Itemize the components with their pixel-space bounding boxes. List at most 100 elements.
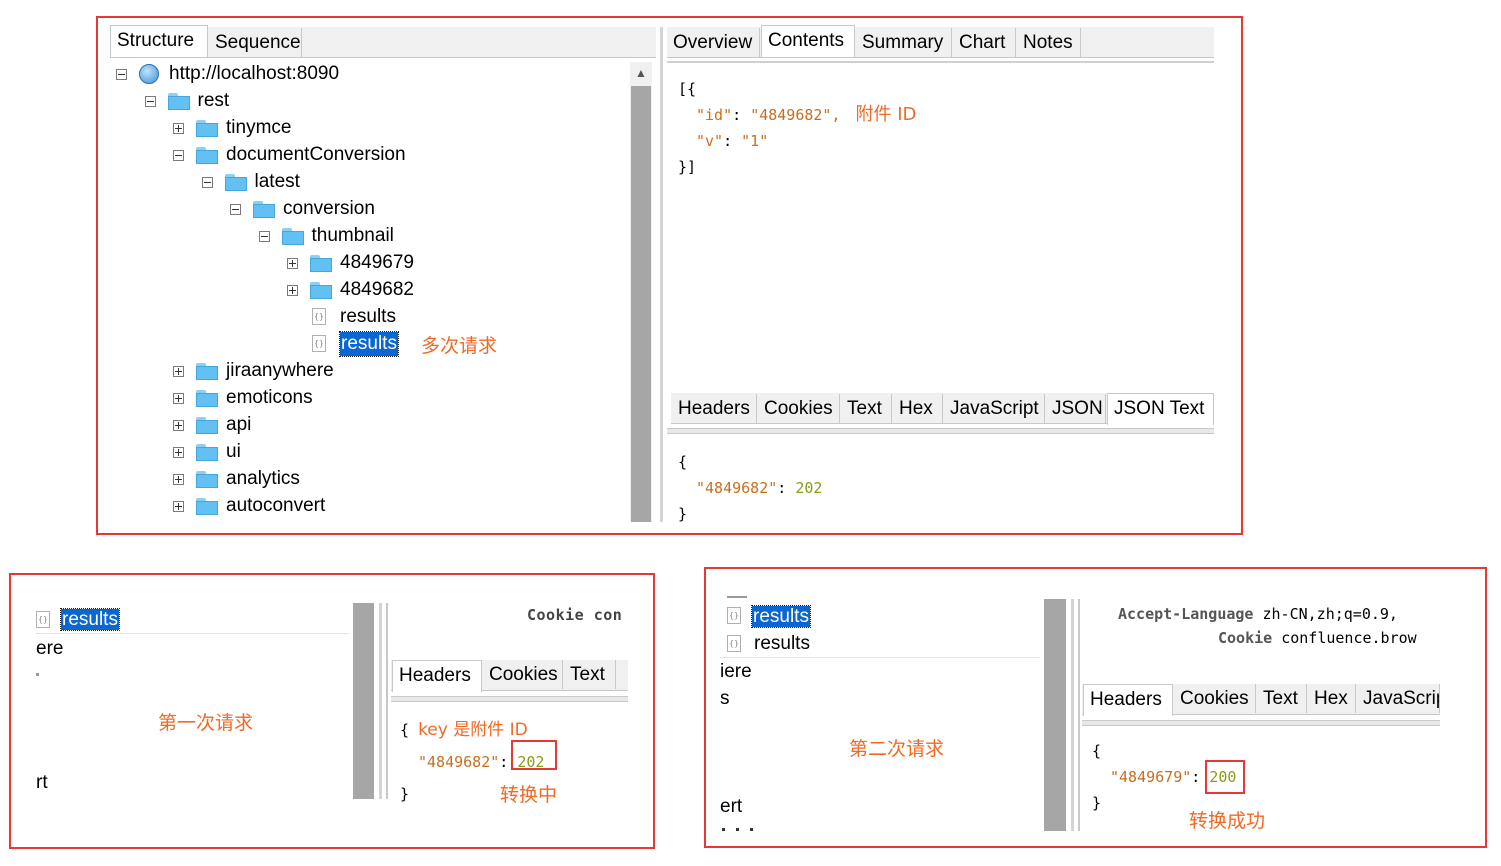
partial-tree-label: ere bbox=[36, 638, 64, 659]
scroll-up-arrow-icon[interactable]: ▲ bbox=[630, 62, 652, 84]
tree-node-label: autoconvert bbox=[226, 495, 326, 516]
json-line-id: "id": "4849682", 附件 ID bbox=[696, 104, 917, 125]
response-top-rule bbox=[667, 428, 1214, 434]
tab-cookies[interactable]: Cookies bbox=[483, 660, 563, 689]
tab-sequence[interactable]: Sequence bbox=[209, 28, 302, 57]
tree-node-analytics[interactable]: analytics bbox=[110, 466, 630, 492]
collapse-icon[interactable] bbox=[201, 177, 213, 188]
partial-tree-label: rt bbox=[36, 772, 48, 793]
tree-node-label: api bbox=[226, 414, 252, 435]
expand-icon[interactable] bbox=[173, 501, 184, 512]
tree-node-documentconversion[interactable]: documentConversion bbox=[110, 142, 630, 168]
tree-node-tinymce[interactable]: tinymce bbox=[110, 115, 630, 141]
expand-icon[interactable] bbox=[173, 123, 184, 134]
tab-chart[interactable]: Chart bbox=[953, 28, 1016, 57]
tree-node-autoconvert[interactable]: autoconvert bbox=[110, 493, 630, 519]
collapse-icon[interactable] bbox=[116, 69, 127, 80]
folder-icon bbox=[196, 444, 218, 461]
splitter-rule bbox=[1078, 599, 1080, 831]
tab-contents[interactable]: Contents bbox=[761, 25, 855, 57]
folder-icon bbox=[224, 174, 247, 191]
json-value-status: 202 bbox=[795, 479, 823, 497]
tab-headers[interactable]: Headers bbox=[672, 394, 757, 423]
pane-splitter[interactable] bbox=[1071, 599, 1074, 831]
tree-node-ui[interactable]: ui bbox=[110, 439, 630, 465]
folder-icon bbox=[253, 201, 275, 218]
tree-scrollbar-thumb[interactable] bbox=[631, 86, 651, 522]
tab-summary[interactable]: Summary bbox=[856, 28, 952, 57]
json-line-status: "4849682": 202 bbox=[696, 479, 823, 497]
json-brace: { bbox=[400, 721, 410, 739]
tree-node-4849682[interactable]: 4849682 bbox=[110, 277, 630, 303]
structure-tree: http://localhost:8090 rest tinymce document… bbox=[110, 60, 630, 522]
expand-icon[interactable] bbox=[173, 474, 184, 485]
tab-headers[interactable]: Headers bbox=[1083, 684, 1173, 716]
tree-node-label-selected: results bbox=[60, 608, 120, 631]
json-file-icon: {} bbox=[727, 635, 741, 652]
tab-hex[interactable]: Hex bbox=[893, 394, 943, 423]
folder-icon bbox=[196, 147, 218, 164]
response-body-view: { "4849682": 202 } bbox=[678, 449, 1198, 524]
tab-hex[interactable]: Hex bbox=[1308, 684, 1356, 713]
tab-json[interactable]: JSON bbox=[1046, 394, 1106, 423]
tab-overview[interactable]: Overview bbox=[667, 28, 760, 57]
tree-node-latest[interactable]: latest bbox=[110, 169, 630, 195]
annotation-attachment-id: 附件 ID bbox=[855, 104, 917, 125]
tree-node-label-selected: results bbox=[751, 605, 811, 628]
tree-node-http-localhost-8090[interactable]: http://localhost:8090 bbox=[110, 61, 630, 87]
response-top-rule bbox=[1082, 720, 1440, 726]
tree-node-results[interactable]: results bbox=[754, 631, 810, 657]
tree-node-label: jiraanywhere bbox=[226, 360, 334, 381]
json-key-attachment: "4849679" bbox=[1110, 768, 1192, 786]
tab-javascript[interactable]: JavaScript bbox=[944, 394, 1045, 423]
collapse-icon[interactable] bbox=[144, 96, 156, 107]
pane-splitter[interactable] bbox=[379, 603, 382, 799]
tab-cookies[interactable]: Cookies bbox=[758, 394, 840, 423]
tree-node-results[interactable]: results bbox=[60, 607, 120, 633]
annotation-multiple-requests: 多次请求 bbox=[421, 335, 498, 357]
tab-text[interactable]: Text bbox=[1257, 684, 1307, 713]
collapse-icon[interactable] bbox=[230, 204, 241, 215]
tab-structure[interactable]: Structure bbox=[110, 25, 208, 57]
expand-icon[interactable] bbox=[173, 447, 184, 458]
tree-cut-bottom-fragment bbox=[722, 828, 762, 831]
header-name: Accept-Language bbox=[1118, 605, 1254, 623]
tree-node-label: emoticons bbox=[226, 387, 313, 408]
expand-icon[interactable] bbox=[173, 393, 184, 404]
tab-cookies[interactable]: Cookies bbox=[1174, 684, 1256, 713]
expand-icon[interactable] bbox=[287, 258, 298, 269]
contents-top-rule bbox=[667, 61, 1214, 63]
expand-icon[interactable] bbox=[173, 366, 184, 377]
folder-icon bbox=[196, 120, 218, 137]
tree-scrollbar[interactable] bbox=[1044, 599, 1066, 831]
json-line-v: "v": "1" bbox=[696, 132, 769, 150]
tree-node-rest[interactable]: rest bbox=[110, 88, 630, 114]
tree-node-results[interactable]: {} results bbox=[110, 304, 630, 330]
tree-scrollbar[interactable] bbox=[353, 603, 374, 799]
tree-node-thumbnail[interactable]: thumbnail bbox=[110, 223, 630, 249]
tree-node-results[interactable]: results bbox=[751, 604, 811, 630]
tab-headers[interactable]: Headers bbox=[392, 660, 482, 692]
header-row: Accept-Language zh-CN,zh;q=0.9, bbox=[1086, 602, 1440, 626]
tree-node-api[interactable]: api bbox=[110, 412, 630, 438]
annotation-converting: 转换中 bbox=[500, 784, 558, 806]
tree-node-conversion[interactable]: conversion bbox=[110, 196, 630, 222]
tree-node-emoticons[interactable]: emoticons bbox=[110, 385, 630, 411]
pane-splitter[interactable] bbox=[660, 27, 663, 522]
tree-node-jiraanywhere[interactable]: jiraanywhere bbox=[110, 358, 630, 384]
tree-node-4849679[interactable]: 4849679 bbox=[110, 250, 630, 276]
expand-icon[interactable] bbox=[173, 420, 184, 431]
tab-json-text[interactable]: JSON Text bbox=[1107, 393, 1214, 425]
collapse-icon[interactable] bbox=[173, 150, 184, 161]
folder-icon bbox=[196, 390, 218, 407]
tree-node-results[interactable]: {} results bbox=[110, 331, 630, 357]
tab-text[interactable]: Text bbox=[564, 660, 616, 689]
json-key-attachment: "4849682" bbox=[418, 753, 500, 771]
tab-text[interactable]: Text bbox=[841, 394, 892, 423]
tab-javascript[interactable]: JavaScrip bbox=[1357, 684, 1440, 713]
expand-icon[interactable] bbox=[287, 285, 298, 296]
collapse-icon[interactable] bbox=[258, 231, 270, 242]
header-value: confluence.brow bbox=[1281, 629, 1417, 647]
tab-notes[interactable]: Notes bbox=[1017, 28, 1081, 57]
json-key-id: "id" bbox=[696, 106, 733, 124]
